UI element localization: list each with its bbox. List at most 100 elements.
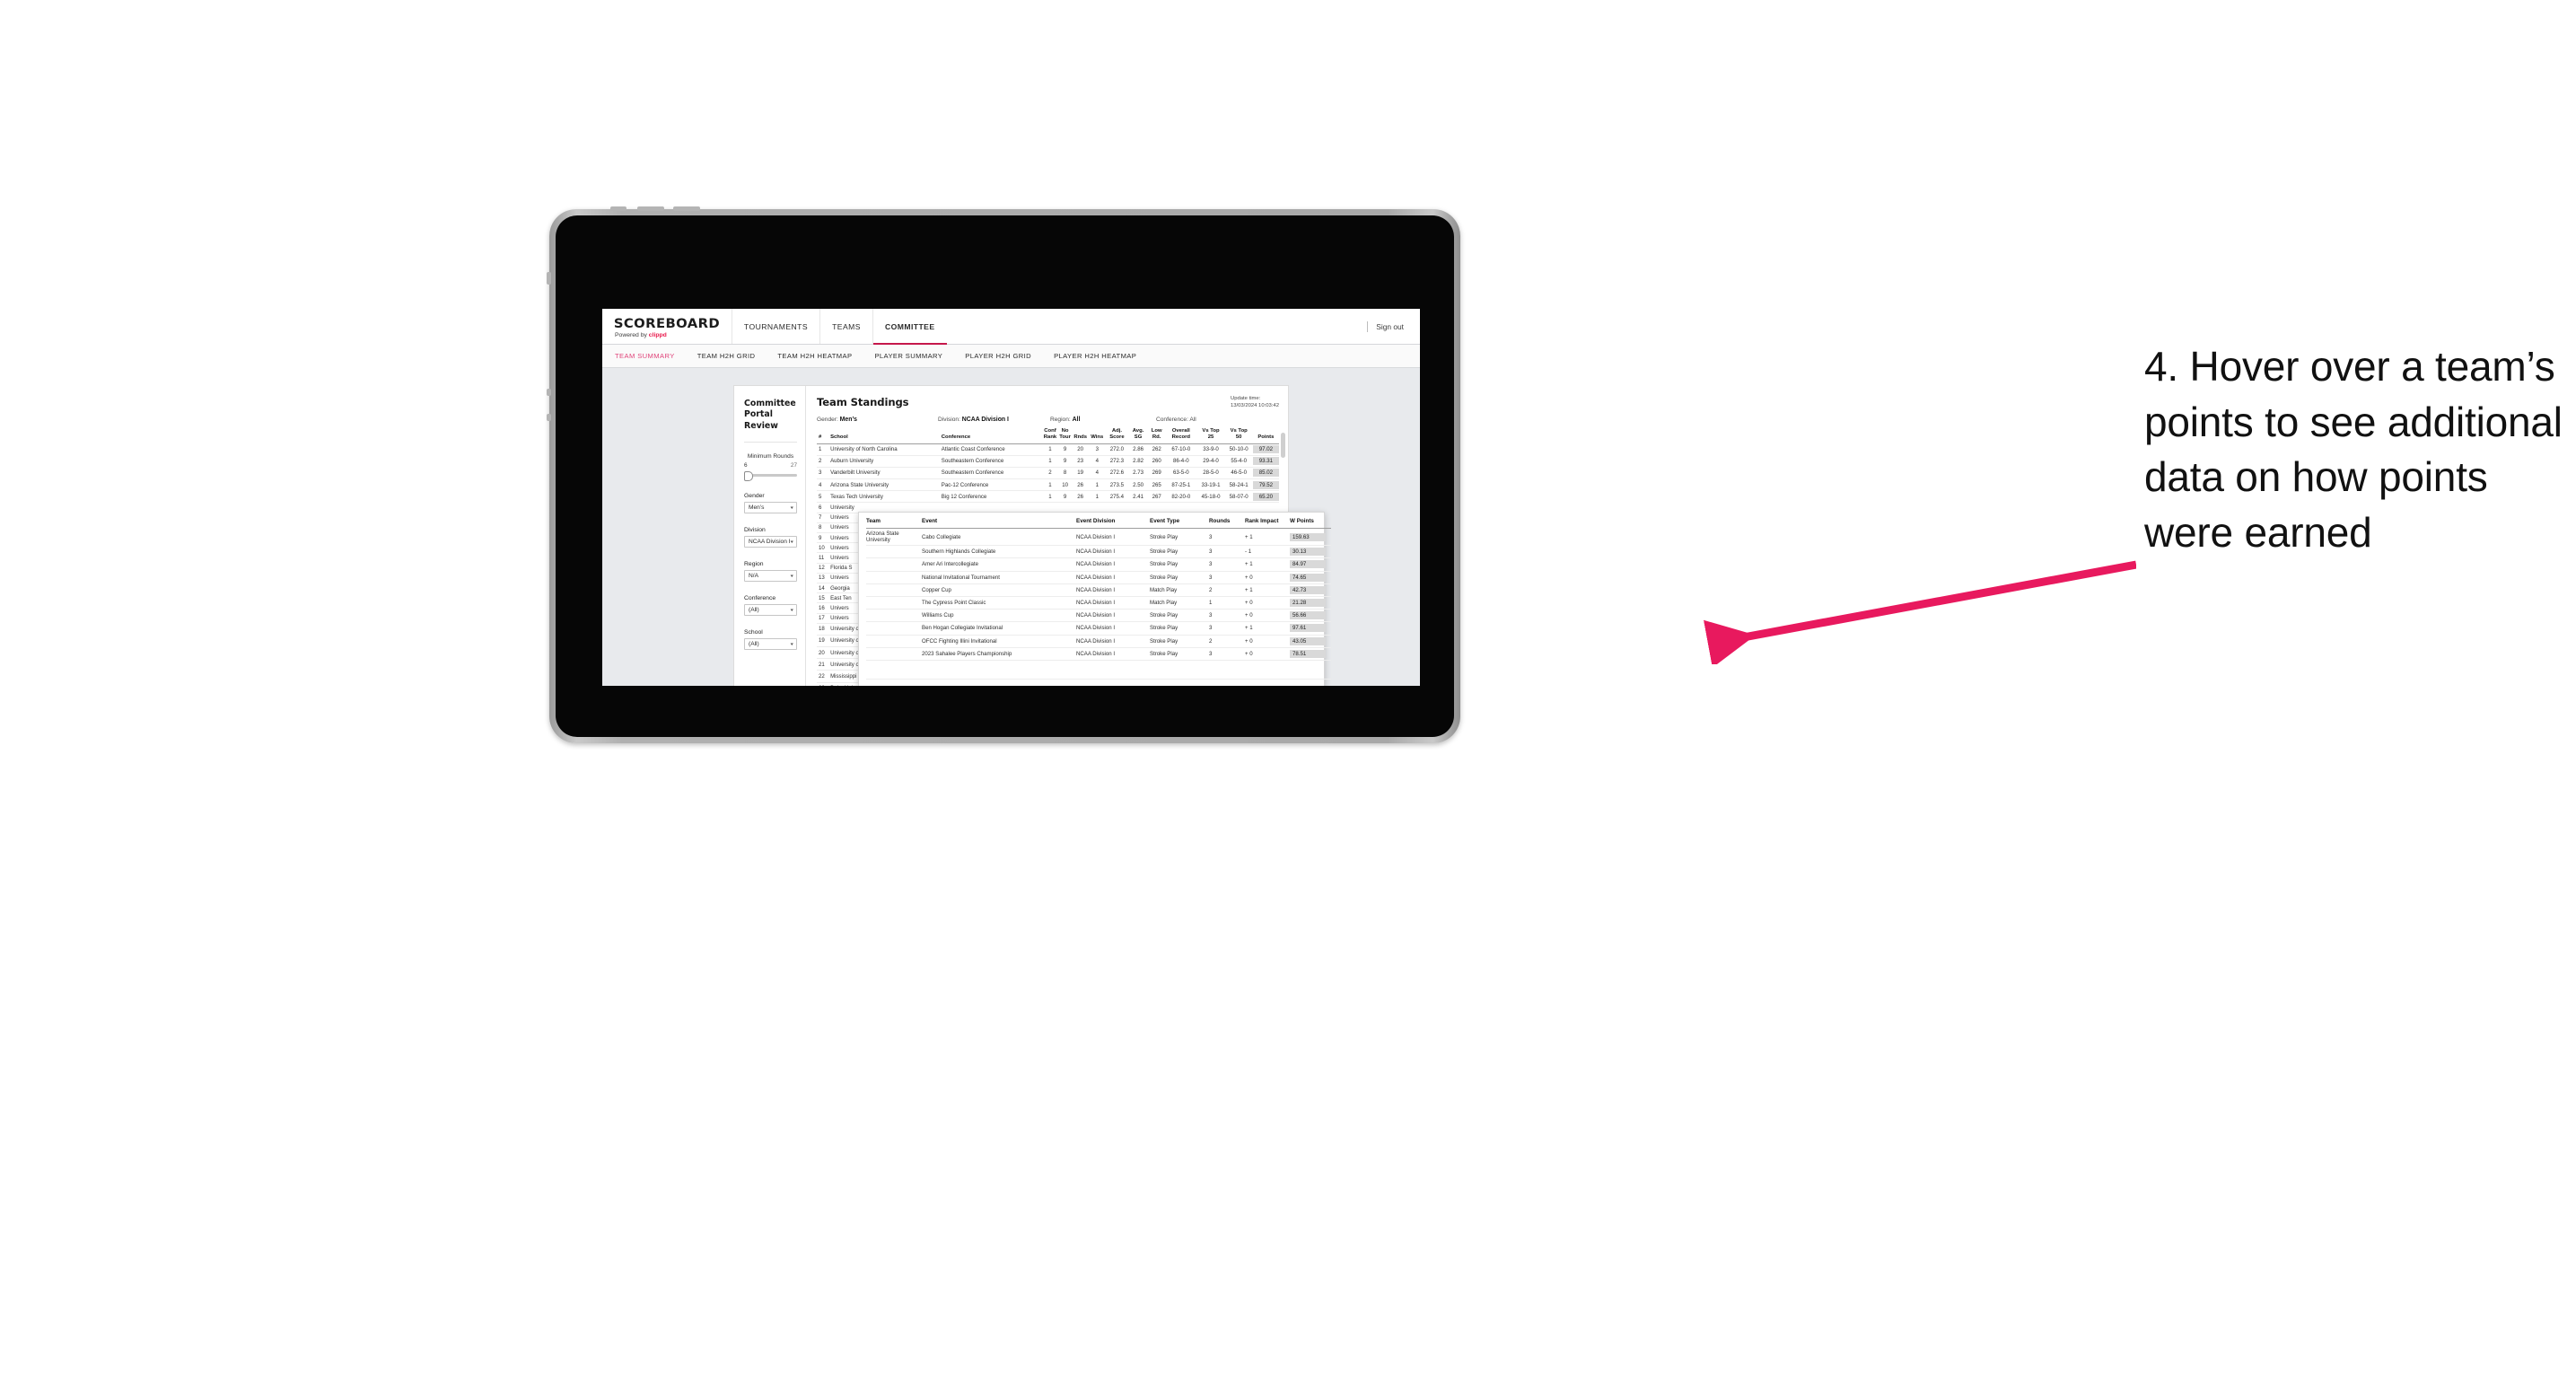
slider-track[interactable]: [744, 470, 797, 482]
col-wins[interactable]: Wins: [1088, 427, 1106, 444]
points-chip[interactable]: 65.20: [1252, 492, 1279, 501]
filter-select-school[interactable]: (All) ▾: [744, 638, 797, 651]
cell-conf_rank: 2: [1042, 467, 1058, 480]
col-points[interactable]: Points: [1252, 427, 1279, 444]
chevron-down-icon: ▾: [791, 641, 794, 647]
nav-tab-teams[interactable]: TEAMS: [819, 309, 872, 344]
cell-wins: 1: [1088, 478, 1106, 492]
subtab-team-h2h-grid[interactable]: TEAM H2H GRID: [697, 352, 756, 360]
slider-value-row: 6 27: [744, 462, 797, 469]
filter-group-gender: Gender Men’s ▾: [744, 493, 797, 514]
points-chip[interactable]: 93.31: [1252, 457, 1279, 466]
table-row[interactable]: 2 Auburn University Southeastern Conferenc…: [817, 455, 1279, 468]
cell-rank: 9: [817, 532, 831, 544]
col-school[interactable]: School: [830, 427, 942, 444]
cell-no_tour: 9: [1057, 443, 1073, 456]
slider-handle[interactable]: [744, 471, 753, 482]
table-scrollbar[interactable]: [1281, 433, 1285, 458]
table-row[interactable]: 5 Texas Tech University Big 12 Conference 1…: [817, 490, 1279, 504]
tablet-top-button: [610, 206, 626, 211]
cell-t25: 45-18-0: [1196, 490, 1225, 504]
table-row[interactable]: 1 University of North Carolina Atlantic Co…: [817, 443, 1279, 456]
w-points-chip: 42.73: [1290, 585, 1326, 594]
tooltip-col-event-division: Event Division: [1076, 518, 1150, 529]
tooltip-cell-type: Match Play: [1150, 596, 1209, 610]
col-no-tour-l2: Tour: [1059, 434, 1071, 440]
filter-select-region[interactable]: N/A ▾: [744, 570, 797, 583]
col-t25-l2: 25: [1207, 434, 1214, 440]
nav-tab-committee[interactable]: COMMITTEE: [872, 309, 947, 345]
tablet-device: SCOREBOARD Powered by clippd TOURNAMENTS…: [547, 206, 1460, 743]
tooltip-cell-division: NCAA Division I: [1076, 647, 1150, 661]
cell-wins: 1: [1088, 490, 1106, 504]
points-chip[interactable]: 79.52: [1252, 480, 1279, 489]
subtab-player-h2h-grid[interactable]: PLAYER H2H GRID: [965, 352, 1031, 360]
col-t25-l1: Vs Top: [1202, 427, 1220, 434]
filter-label-region: Region: [744, 561, 764, 568]
tooltip-cell-rounds: 3: [1209, 557, 1245, 572]
tooltip-cell-division: NCAA Division I: [1076, 571, 1150, 584]
tooltip-cell-type: Stroke Play: [1150, 635, 1209, 648]
cell-sg: 2.86: [1127, 443, 1149, 456]
cell-points: 93.31: [1252, 455, 1279, 468]
brand-logo[interactable]: SCOREBOARD Powered by clippd: [602, 309, 732, 344]
col-rank[interactable]: #: [817, 427, 831, 444]
col-low-rd[interactable]: Low Rd.: [1148, 427, 1166, 444]
subtab-player-summary[interactable]: PLAYER SUMMARY: [874, 352, 942, 360]
tooltip-cell-event: Amer Ari Intercollegiate: [922, 557, 1076, 572]
filter-value-region: N/A: [749, 573, 758, 580]
col-rnds[interactable]: Rnds: [1072, 427, 1089, 444]
cell-low: 267: [1148, 490, 1166, 504]
tooltip-cell-impact: + 0: [1245, 596, 1290, 610]
tooltip-cell-event: National Invitational Tournament: [922, 571, 1076, 584]
tooltip-cell-division: NCAA Division I: [1076, 621, 1150, 636]
col-conf-rank[interactable]: Conf Rank: [1042, 427, 1058, 444]
tooltip-cell-type: Stroke Play: [1150, 557, 1209, 572]
col-avg-sg[interactable]: Avg. SG: [1127, 427, 1149, 444]
tooltip-col-w-points: W Points: [1290, 518, 1331, 529]
tooltip-cell-division: NCAA Division I: [1076, 545, 1150, 559]
sign-out-link[interactable]: Sign out: [1376, 322, 1404, 331]
tooltip-cell-w-points: 78.51: [1290, 647, 1331, 661]
tooltip-row: Copper Cup NCAA Division I Match Play 2 + 14…: [866, 583, 1331, 597]
tooltip-cell-rounds: 3: [1209, 545, 1245, 559]
page-title: Team Standings: [817, 396, 909, 408]
standings-main: Team Standings Update time: 13/03/2024 1…: [806, 386, 1331, 686]
tooltip-cell-w-points: 97.61: [1290, 621, 1331, 636]
filter-select-gender[interactable]: Men’s ▾: [744, 502, 797, 514]
tooltip-col-rounds: Rounds: [1209, 518, 1245, 529]
tooltip-row: OFCC Fighting Illini Invitational NCAA Di…: [866, 635, 1331, 648]
cell-no_tour: 10: [1057, 478, 1073, 492]
col-vs-top-50[interactable]: Vs Top 50: [1224, 427, 1253, 444]
table-row[interactable]: 3 Vanderbilt University Southeastern Confe…: [817, 467, 1279, 480]
dashboard-canvas: Committee Portal Review Minimum Rounds 6…: [602, 368, 1420, 686]
col-conference[interactable]: Conference: [941, 427, 1043, 444]
points-chip[interactable]: 97.02: [1252, 445, 1279, 454]
col-no-tour[interactable]: No Tour: [1057, 427, 1073, 444]
standings-table-head: # School Conference Conf Rank No Tour Rnds…: [817, 427, 1279, 444]
tooltip-cell-w-points: 42.73: [1290, 583, 1331, 597]
breadcrumb-gender-label: Gender:: [817, 416, 838, 423]
tooltip-cell-rounds: 2: [1209, 583, 1245, 597]
cell-t25: 33-9-0: [1196, 443, 1225, 456]
cell-wins: 3: [1088, 443, 1106, 456]
tooltip-spacer-cell: [866, 660, 1331, 680]
cell-no_tour: 8: [1057, 467, 1073, 480]
subtab-team-h2h-heatmap[interactable]: TEAM H2H HEATMAP: [777, 352, 852, 360]
points-chip[interactable]: 85.02: [1252, 469, 1279, 478]
tooltip-cell-division: NCAA Division I: [1076, 635, 1150, 648]
col-adj-score[interactable]: Adj. Score: [1105, 427, 1128, 444]
filter-value-division: NCAA Division I: [749, 539, 791, 546]
subtab-team-summary[interactable]: TEAM SUMMARY: [615, 352, 675, 360]
cell-rank: 6: [817, 502, 831, 513]
nav-tab-tournaments[interactable]: TOURNAMENTS: [731, 309, 819, 344]
table-row[interactable]: 4 Arizona State University Pac-12 Conferen…: [817, 478, 1279, 492]
col-overall-record[interactable]: Overall Record: [1165, 427, 1197, 444]
filter-select-conference[interactable]: (All) ▾: [744, 604, 797, 617]
subtab-player-h2h-heatmap[interactable]: PLAYER H2H HEATMAP: [1054, 352, 1136, 360]
breadcrumb-division: Division: NCAA Division I: [938, 417, 1050, 423]
col-vs-top-25[interactable]: Vs Top 25: [1196, 427, 1225, 444]
tooltip-row: Amer Ari Intercollegiate NCAA Division IS…: [866, 557, 1331, 572]
tooltip-cell-team: Arizona State University: [866, 528, 922, 547]
filter-select-division[interactable]: NCAA Division I ▾: [744, 536, 797, 548]
